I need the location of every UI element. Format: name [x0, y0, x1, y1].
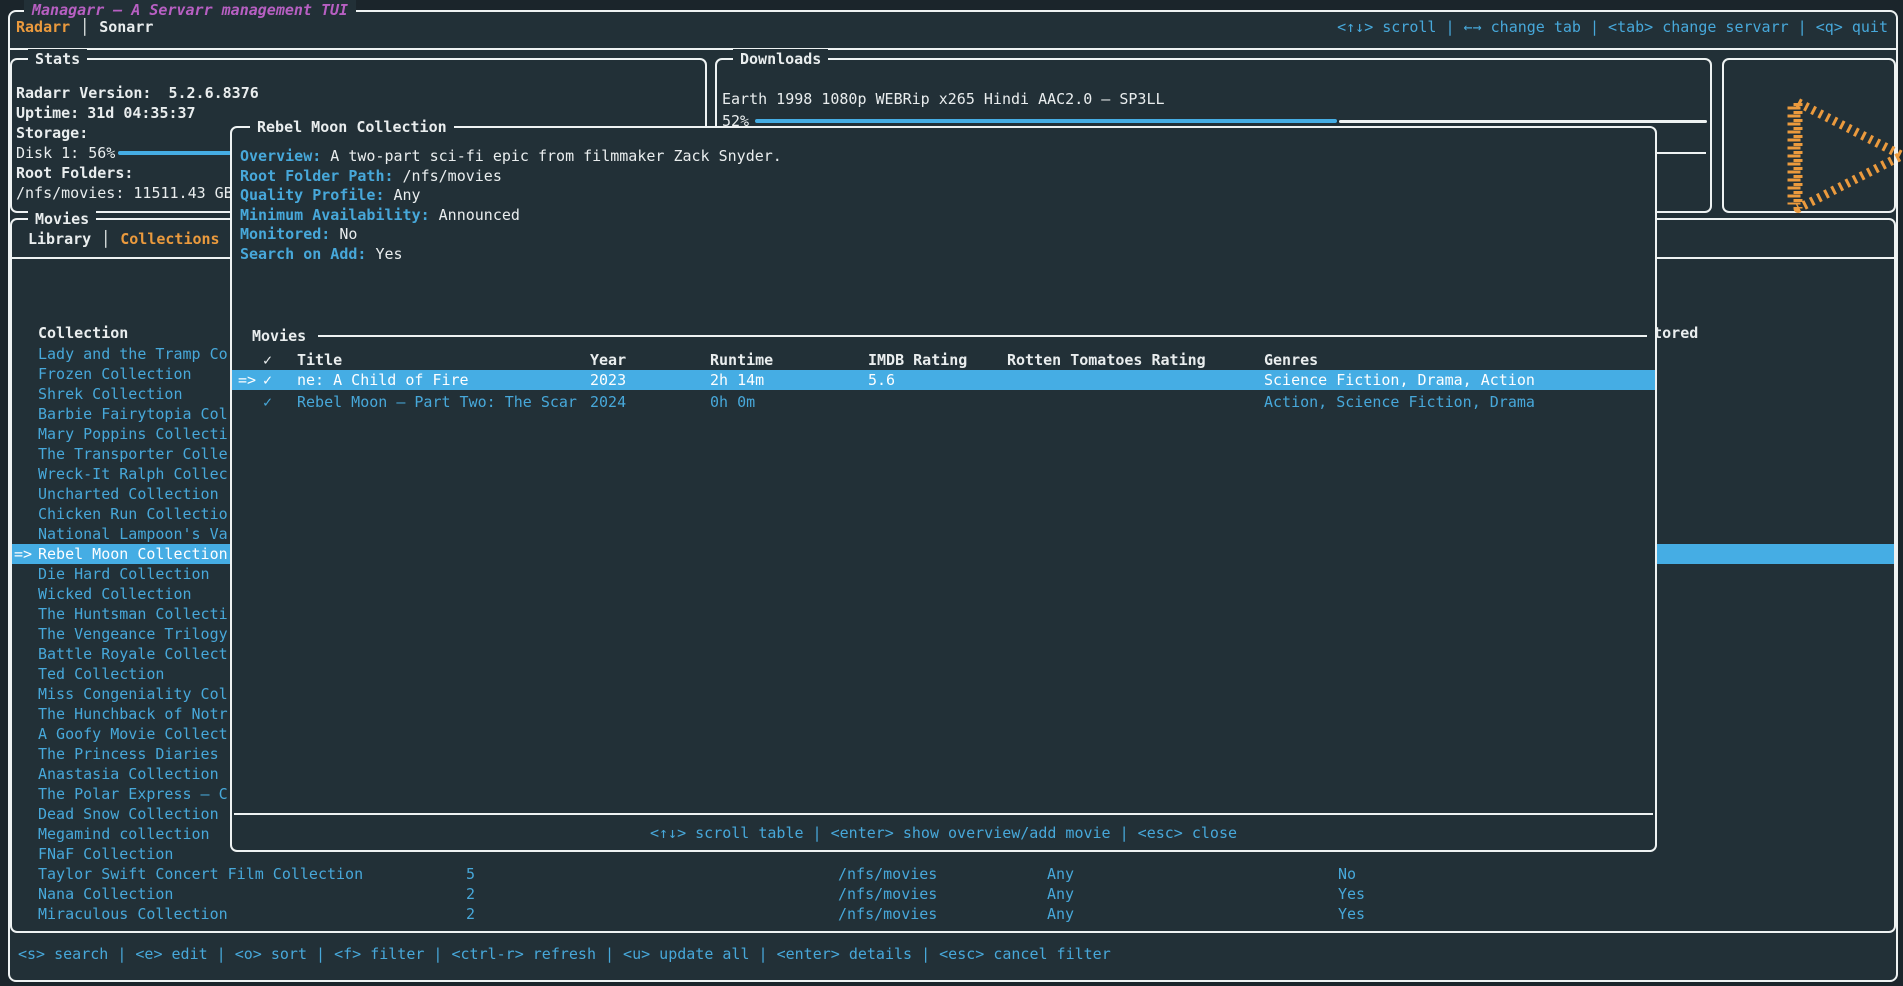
- collection-name: Shrek Collection: [38, 384, 183, 404]
- collection-name: Uncharted Collection: [38, 484, 219, 504]
- collection-name: Nana Collection: [38, 884, 173, 904]
- managarr-screen: Managarr – A Servarr management TUI Rada…: [0, 0, 1903, 986]
- top-keybinds: <↑↓> scroll | ←→ change tab | <tab> chan…: [1337, 17, 1888, 37]
- movie-runtime: 2h 14m: [710, 370, 764, 390]
- tab-sonarr[interactable]: Sonarr: [99, 17, 153, 37]
- collection-name: Anastasia Collection: [38, 764, 219, 784]
- collection-name: Wreck-It Ralph Collec: [38, 464, 228, 484]
- modal-help-divider: [234, 813, 1653, 815]
- movie-row[interactable]: ✓ Rebel Moon – Part Two: The Scar 2024 0…: [232, 392, 1655, 412]
- movie-genres: Action, Science Fiction, Drama: [1264, 392, 1535, 412]
- collection-name: Battle Royale Collect: [38, 644, 228, 664]
- tabbar-divider: [10, 48, 1896, 50]
- collection-name: The Hunchback of Notr: [38, 704, 228, 724]
- collection-quality-profile: Any: [1047, 864, 1074, 884]
- collection-root-folder: /nfs/movies: [838, 904, 937, 924]
- collection-root-folder: /nfs/movies: [838, 864, 937, 884]
- uptime: Uptime:31d 04:35:37: [16, 103, 196, 123]
- download-gauge-filled: [755, 119, 1337, 123]
- tab-separator: │: [70, 17, 99, 37]
- download-item-name: Earth 1998 1080p WEBRip x265 Hindi AAC2.…: [722, 89, 1165, 109]
- collection-movie-count: 2: [466, 884, 475, 904]
- selection-marker: =>: [14, 544, 32, 564]
- root-folder-size: /nfs/movies: 11511.43 GB: [16, 183, 233, 203]
- collection-name: A Goofy Movie Collect: [38, 724, 228, 744]
- collection-movie-count: 2: [466, 904, 475, 924]
- collection-movie-count: 5: [466, 864, 475, 884]
- collection-quality-profile: Any: [1047, 904, 1074, 924]
- downloads-panel-title: Downloads: [733, 49, 828, 69]
- collection-name: The Transporter Colle: [38, 444, 228, 464]
- collection-name: Mary Poppins Collecti: [38, 424, 228, 444]
- collection-search-on-add: Yes: [1338, 904, 1365, 924]
- movie-row[interactable]: => ✓ ne: A Child of Fire 2023 2h 14m 5.6…: [232, 370, 1655, 390]
- logo-panel: [1722, 58, 1896, 213]
- collection-name: FNaF Collection: [38, 844, 173, 864]
- collection-name: Dead Snow Collection: [38, 804, 219, 824]
- collection-name: The Huntsman Collecti: [38, 604, 228, 624]
- collection-row[interactable]: Taylor Swift Concert Film Collection 5 /…: [12, 864, 1894, 884]
- movie-year: 2024: [590, 392, 626, 412]
- collection-quality-profile: Any: [1047, 884, 1074, 904]
- collection-search-on-add: No: [1338, 864, 1356, 884]
- movie-title: Rebel Moon – Part Two: The Scar: [297, 392, 577, 412]
- collection-name: National Lampoon's Va: [38, 524, 228, 544]
- movie-imdb-rating: 5.6: [868, 370, 895, 390]
- storage-label: Storage:: [16, 123, 88, 143]
- collection-name: Chicken Run Collectio: [38, 504, 228, 524]
- collection-row[interactable]: Miraculous Collection 2 /nfs/movies Any …: [12, 904, 1894, 924]
- collection-name: Die Hard Collection: [38, 564, 210, 584]
- collection-name: Wicked Collection: [38, 584, 192, 604]
- collection-name: The Polar Express – C: [38, 784, 228, 804]
- movie-title: ne: A Child of Fire: [297, 370, 469, 390]
- monitored-check-icon: ✓: [263, 392, 272, 412]
- monitored-check-icon: ✓: [263, 370, 272, 390]
- download-gauge-empty: [1339, 120, 1707, 123]
- collection-search-on-add: Yes: [1338, 884, 1365, 904]
- tab-radarr[interactable]: Radarr: [16, 17, 70, 37]
- collection-name: Ted Collection: [38, 664, 164, 684]
- stats-panel-title: Stats: [28, 49, 87, 69]
- collection-name: The Vengeance Trilogy: [38, 624, 228, 644]
- collection-row[interactable]: Nana Collection 2 /nfs/movies Any Yes: [12, 884, 1894, 904]
- movie-runtime: 0h 0m: [710, 392, 755, 412]
- collection-details-modal: Rebel Moon Collection Overview: A two-pa…: [230, 126, 1657, 852]
- collection-root-folder: /nfs/movies: [838, 884, 937, 904]
- radarr-version: Radarr Version:5.2.6.8376: [16, 83, 259, 103]
- collection-name: Megamind collection: [38, 824, 210, 844]
- collection-name: Barbie Fairytopia Col: [38, 404, 228, 424]
- selection-marker: =>: [238, 370, 256, 390]
- collection-name: Miraculous Collection: [38, 904, 228, 924]
- servarr-tabbar: Radarr │ Sonarr: [16, 17, 153, 37]
- collection-name: The Princess Diaries: [38, 744, 219, 764]
- collection-name: Taylor Swift Concert Film Collection: [38, 864, 363, 884]
- radarr-play-logo-icon: [1760, 80, 1903, 231]
- movie-genres: Science Fiction, Drama, Action: [1264, 370, 1535, 390]
- modal-keybinds: <↑↓> scroll table | <enter> show overvie…: [232, 823, 1655, 843]
- modal-movies-table-body: => ✓ ne: A Child of Fire 2023 2h 14m 5.6…: [232, 128, 1655, 850]
- collection-name: Lady and the Tramp Co: [38, 344, 228, 364]
- root-folders-label: Root Folders:: [16, 163, 133, 183]
- movie-year: 2023: [590, 370, 626, 390]
- collection-name: Frozen Collection: [38, 364, 192, 384]
- collection-name: Miss Congeniality Col: [38, 684, 228, 704]
- disk-usage: Disk 1: 56%: [16, 143, 115, 163]
- collection-name: Rebel Moon Collection: [38, 544, 228, 564]
- footer-keybinds: <s> search | <e> edit | <o> sort | <f> f…: [18, 944, 1111, 964]
